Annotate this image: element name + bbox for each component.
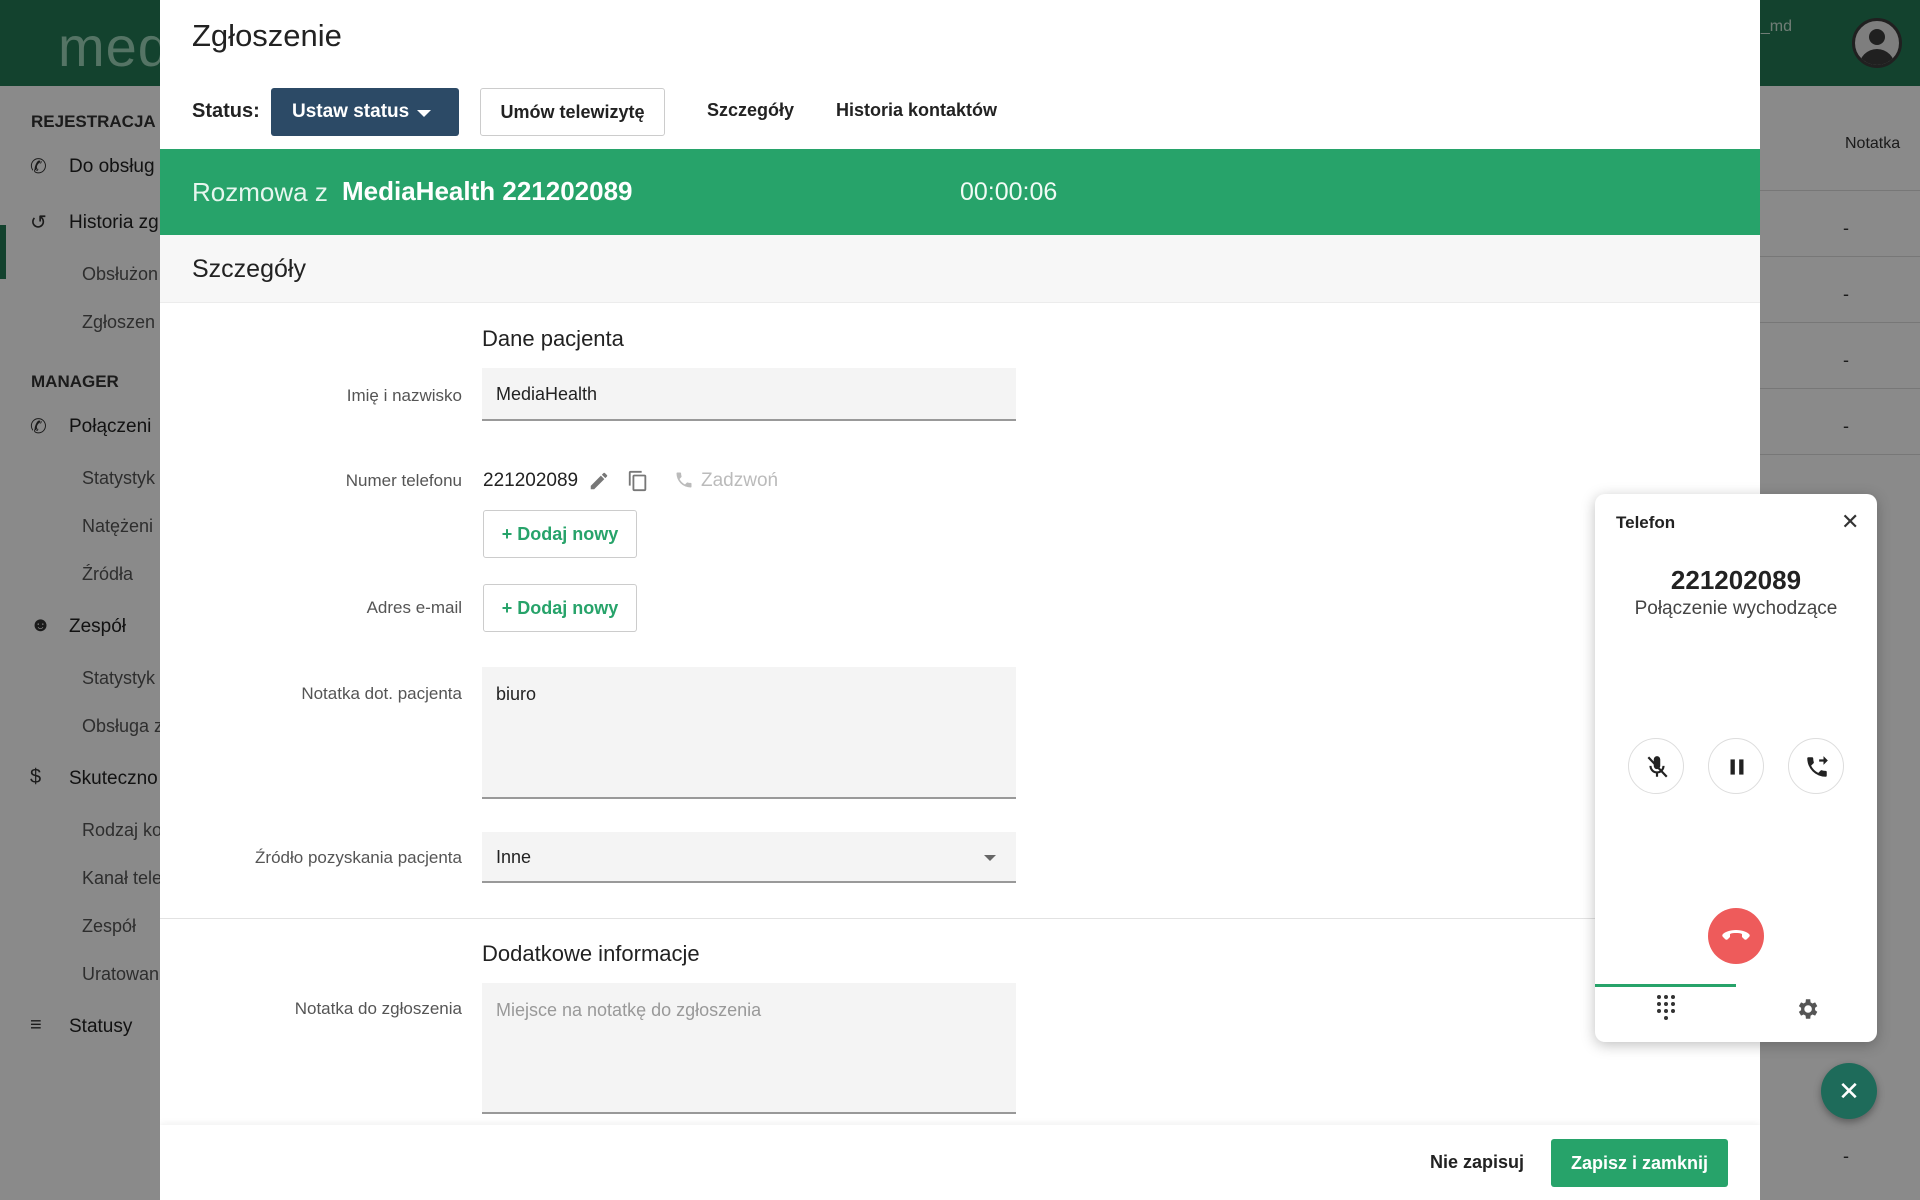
name-label: Imię i nazwisko <box>346 386 462 405</box>
save-close-button[interactable]: Zapisz i zamknij <box>1551 1139 1728 1187</box>
section-header: Szczegóły <box>160 235 1760 303</box>
report-note-label: Notatka do zgłoszenia <box>294 999 462 1018</box>
pencil-icon[interactable] <box>588 470 610 492</box>
call-timer: 00:00:06 <box>960 178 1058 206</box>
extra-info-heading: Dodatkowe informacje <box>482 941 700 966</box>
phone-label: Numer telefonu <box>345 471 462 490</box>
softphone-call-state: Połączenie wychodzące <box>1634 598 1838 619</box>
discard-button[interactable]: Nie zapisuj <box>1430 1152 1524 1173</box>
report-note-textarea[interactable]: Miejsce na notatkę do zgłoszenia <box>482 983 1016 1114</box>
phone-number: 221202089 <box>483 470 579 491</box>
gear-icon[interactable] <box>1794 996 1820 1022</box>
add-phone-button[interactable]: + Dodaj nowy <box>483 510 637 558</box>
softphone-widget: Telefon ✕ 221202089 Połączenie wychodząc… <box>1595 494 1877 1042</box>
report-modal: Zgłoszenie Status: Ustaw status Umów tel… <box>160 0 1760 1200</box>
set-status-label: Ustaw status <box>292 101 410 122</box>
email-label: Adres e-mail <box>366 598 462 617</box>
tab-details[interactable]: Szczegóły <box>707 100 794 121</box>
phone-icon <box>676 472 692 488</box>
transfer-button[interactable] <box>1788 738 1844 794</box>
source-value: Inne <box>496 847 532 867</box>
set-status-button[interactable]: Ustaw status <box>271 88 459 136</box>
status-label: Status: <box>192 100 260 122</box>
section-divider <box>160 918 1760 919</box>
mute-button[interactable] <box>1628 738 1684 794</box>
source-label: Źródło pozyskania pacjenta <box>255 848 462 867</box>
softphone-number: 221202089 <box>1670 565 1802 595</box>
call-prefix: Rozmowa z <box>192 177 328 207</box>
transfer-icon <box>1807 756 1828 777</box>
call-link[interactable]: Zadzwoń <box>701 470 778 492</box>
softphone-title: Telefon <box>1616 513 1676 532</box>
source-select[interactable]: Inne <box>482 832 1016 883</box>
pause-icon <box>1730 759 1744 775</box>
active-tab-indicator <box>1595 984 1736 987</box>
modal-title: Zgłoszenie <box>192 18 342 53</box>
close-icon[interactable]: ✕ <box>1841 509 1859 535</box>
caret-down-icon <box>417 110 431 117</box>
section-title: Szczegóły <box>192 255 306 283</box>
active-call-bar: Rozmowa z MediaHealth 221202089 00:00:06 <box>160 149 1760 235</box>
tab-contact-history[interactable]: Historia kontaktów <box>836 100 997 121</box>
copy-icon[interactable] <box>627 469 649 493</box>
patient-data-heading: Dane pacjenta <box>482 326 624 351</box>
call-contact: MediaHealth 221202089 <box>342 176 633 206</box>
televisit-button[interactable]: Umów telewizytę <box>480 88 665 136</box>
hold-button[interactable] <box>1708 738 1764 794</box>
hangup-icon <box>1722 930 1750 940</box>
hangup-button[interactable] <box>1708 908 1764 964</box>
mic-off-icon <box>1647 756 1668 778</box>
chevron-down-icon <box>984 855 996 861</box>
patient-note-label: Notatka dot. pacjenta <box>301 684 462 703</box>
add-email-button[interactable]: + Dodaj nowy <box>483 584 637 632</box>
modal-footer: Nie zapisuj Zapisz i zamknij <box>160 1125 1760 1200</box>
close-fab-button[interactable]: ✕ <box>1821 1063 1877 1119</box>
name-input[interactable]: MediaHealth <box>482 368 1016 421</box>
patient-note-textarea[interactable]: biuro <box>482 667 1016 799</box>
dialpad-icon[interactable] <box>1654 994 1678 1022</box>
